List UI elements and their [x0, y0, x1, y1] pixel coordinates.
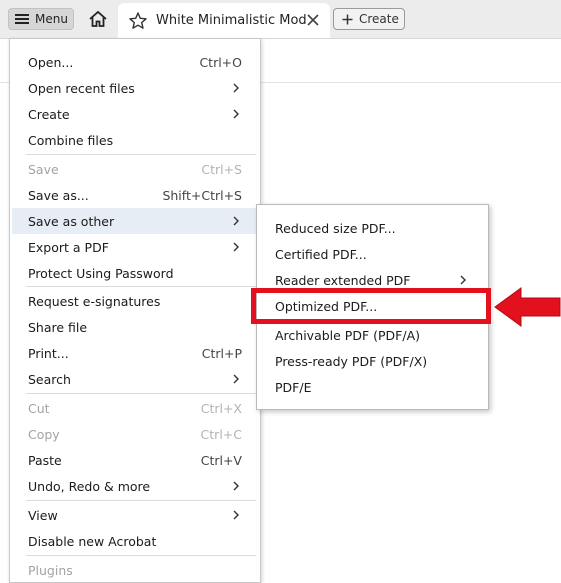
menu-item-label: Save as other: [28, 213, 115, 229]
menu-item-label: Undo, Redo & more: [28, 478, 151, 494]
menu-item-label: View: [28, 507, 58, 523]
chevron-right-icon: [233, 242, 239, 252]
menu-item-save-as[interactable]: Save as... Shift+Ctrl+S: [12, 182, 258, 208]
menu-item-label: Export a PDF: [28, 239, 109, 255]
menu-item-label: Share file: [28, 319, 88, 335]
submenu-item-label: Certified PDF...: [275, 246, 367, 262]
menu-item-combine-files[interactable]: Combine files: [12, 127, 258, 153]
menu-item-paste[interactable]: Paste Ctrl+V: [12, 447, 258, 473]
menu-item-plugins: Plugins: [12, 557, 258, 583]
menu-separator: [26, 393, 256, 394]
menu-item-undo-redo-more[interactable]: Undo, Redo & more: [12, 473, 258, 499]
menu-item-search[interactable]: Search: [12, 366, 258, 392]
menu-separator: [26, 500, 256, 501]
submenu-item-pdf-e[interactable]: PDF/E: [258, 374, 487, 400]
menu-item-shortcut: Ctrl+C: [200, 426, 242, 442]
menu-separator: [26, 555, 256, 556]
plus-icon: [342, 14, 353, 24]
menu-item-label: Create: [28, 106, 70, 122]
submenu-item-reduced-size-pdf[interactable]: Reduced size PDF...: [258, 215, 487, 241]
menu-item-label: Protect Using Password: [28, 265, 174, 281]
menu-button[interactable]: Menu: [8, 8, 74, 30]
submenu-item-press-ready-pdf[interactable]: Press-ready PDF (PDF/X): [258, 348, 487, 374]
menu-item-copy: Copy Ctrl+C: [12, 421, 258, 447]
menu-item-view[interactable]: View: [12, 502, 258, 528]
menu-item-shortcut: Ctrl+V: [200, 452, 242, 468]
close-icon[interactable]: [306, 13, 320, 27]
menu-item-label: Plugins: [28, 562, 73, 578]
chevron-right-icon: [233, 216, 239, 226]
submenu-item-label: Reader extended PDF: [275, 272, 411, 288]
create-button-label: Create: [359, 12, 399, 26]
menu-item-disable-new-acrobat[interactable]: Disable new Acrobat: [12, 528, 258, 554]
chevron-right-icon: [233, 109, 239, 119]
chevron-right-icon: [233, 481, 239, 491]
chevron-right-icon: [460, 275, 466, 285]
home-icon[interactable]: [86, 7, 110, 31]
main-menu: Open... Ctrl+O Open recent files Create …: [9, 38, 261, 583]
menu-item-label: Request e-signatures: [28, 293, 161, 309]
submenu-item-label: PDF/E: [275, 379, 312, 395]
chevron-right-icon: [233, 510, 239, 520]
chevron-right-icon: [233, 83, 239, 93]
document-tab-title: White Minimalistic Mod...: [156, 13, 306, 28]
menu-item-shortcut: Ctrl+P: [201, 345, 242, 361]
menu-item-label: Open recent files: [28, 80, 135, 96]
submenu-item-certified-pdf[interactable]: Certified PDF...: [258, 241, 487, 267]
submenu-item-label: Archivable PDF (PDF/A): [275, 327, 421, 343]
hamburger-icon: [15, 14, 29, 24]
menu-item-label: Disable new Acrobat: [28, 533, 157, 549]
menu-item-request-e-signatures[interactable]: Request e-signatures: [12, 288, 258, 314]
annotation-highlight-box: [251, 288, 491, 324]
menu-item-open-recent-files[interactable]: Open recent files: [12, 75, 258, 101]
menu-item-print[interactable]: Print... Ctrl+P: [12, 340, 258, 366]
menu-item-shortcut: Ctrl+O: [199, 54, 242, 70]
menu-item-protect-using-password[interactable]: Protect Using Password: [12, 260, 258, 286]
menu-item-create[interactable]: Create: [12, 101, 258, 127]
document-tab[interactable]: White Minimalistic Mod...: [118, 3, 330, 38]
star-icon[interactable]: [128, 11, 148, 31]
submenu-item-label: Press-ready PDF (PDF/X): [275, 353, 428, 369]
create-button[interactable]: Create: [333, 8, 405, 30]
menu-item-shortcut: Shift+Ctrl+S: [162, 187, 242, 203]
menu-item-label: Search: [28, 371, 71, 387]
menu-item-export-a-pdf[interactable]: Export a PDF: [12, 234, 258, 260]
menu-separator: [26, 286, 256, 287]
menu-item-open[interactable]: Open... Ctrl+O: [12, 49, 258, 75]
chevron-right-icon: [233, 374, 239, 384]
menu-item-cut: Cut Ctrl+X: [12, 395, 258, 421]
menu-button-label: Menu: [35, 12, 68, 26]
menu-item-save: Save Ctrl+S: [12, 156, 258, 182]
menu-item-label: Combine files: [28, 132, 114, 148]
menu-item-share-file[interactable]: Share file: [12, 314, 258, 340]
menu-item-shortcut: Ctrl+S: [201, 161, 242, 177]
red-arrow-icon: [494, 287, 561, 327]
submenu-item-label: Reduced size PDF...: [275, 220, 396, 236]
tab-bar: Menu White Minimalistic Mod... Create: [0, 0, 561, 39]
submenu-item-archivable-pdf[interactable]: Archivable PDF (PDF/A): [258, 322, 487, 348]
menu-item-shortcut: Ctrl+X: [200, 400, 242, 416]
menu-item-save-as-other[interactable]: Save as other: [12, 208, 258, 234]
menu-separator: [26, 154, 256, 155]
